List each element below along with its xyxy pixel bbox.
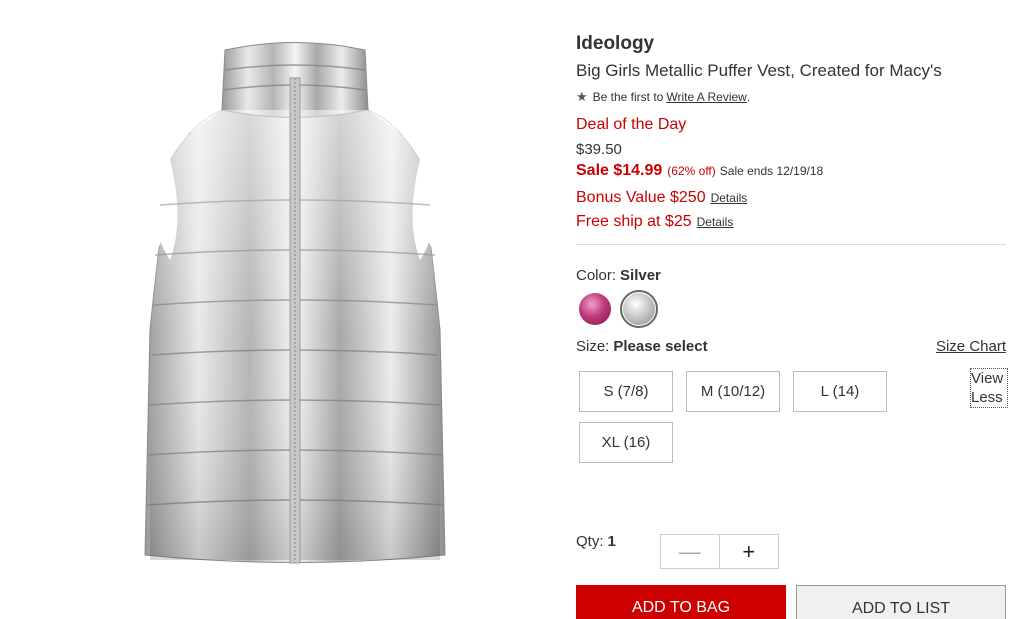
quantity-row: Qty: 1 — + bbox=[576, 533, 779, 569]
qty-value: 1 bbox=[607, 533, 616, 550]
size-option-s[interactable]: S (7/8) bbox=[579, 371, 673, 412]
bonus-value-promo: Bonus Value $250 Details bbox=[576, 188, 1008, 208]
view-less-line1: View bbox=[971, 370, 1004, 387]
vest-illustration bbox=[144, 42, 446, 564]
size-option-m[interactable]: M (10/12) bbox=[686, 371, 780, 412]
free-ship-promo: Free ship at $25 Details bbox=[576, 212, 1008, 232]
divider bbox=[576, 244, 1006, 245]
write-review-link[interactable]: Write A Review bbox=[666, 90, 746, 104]
review-suffix: . bbox=[746, 90, 751, 104]
product-title: Big Girls Metallic Puffer Vest, Created … bbox=[576, 61, 942, 80]
swatch-silver[interactable] bbox=[620, 290, 658, 328]
selected-color: Silver bbox=[620, 267, 661, 284]
swatch-pink[interactable] bbox=[576, 290, 614, 328]
qty-label: Qty: bbox=[576, 533, 604, 550]
qty-label-group: Qty: 1 bbox=[576, 533, 616, 550]
bonus-value-text: Bonus Value $250 bbox=[576, 189, 706, 206]
decrement-button[interactable]: — bbox=[661, 535, 720, 568]
size-options: S (7/8) M (10/12) L (14) XL (16) View Le… bbox=[576, 368, 1008, 466]
size-chart-link[interactable]: Size Chart bbox=[936, 338, 1006, 355]
swatch-silver-dot bbox=[623, 293, 655, 325]
review-row: ★ Be the first to Write A Review . bbox=[576, 89, 1008, 105]
size-option-l[interactable]: L (14) bbox=[793, 371, 887, 412]
size-label-group: Size: Please select bbox=[576, 338, 708, 355]
free-ship-details-link[interactable]: Details bbox=[697, 213, 734, 232]
add-to-bag-button[interactable]: ADD TO BAG bbox=[576, 585, 786, 619]
sale-row: Sale $14.99 (62% off) Sale ends 12/19/18 bbox=[576, 162, 1008, 180]
increment-button[interactable]: + bbox=[720, 535, 779, 568]
add-to-list-button[interactable]: ADD TO LIST bbox=[796, 585, 1006, 619]
view-less-toggle[interactable]: View Less bbox=[970, 368, 1008, 408]
size-option-xl[interactable]: XL (16) bbox=[579, 422, 673, 463]
color-label: Color: bbox=[576, 267, 617, 284]
size-value: Please select bbox=[613, 338, 708, 355]
view-less-line2: Less bbox=[971, 389, 1003, 406]
quantity-stepper[interactable]: — + bbox=[660, 534, 779, 569]
free-ship-text: Free ship at $25 bbox=[576, 213, 692, 230]
sale-price: Sale $14.99 bbox=[576, 162, 663, 179]
percent-off: (62% off) bbox=[667, 164, 716, 178]
review-prefix: Be the first to bbox=[592, 90, 664, 104]
color-label-row: Color: Silver bbox=[576, 267, 1008, 284]
deal-of-the-day-label: Deal of the Day bbox=[576, 116, 687, 133]
color-swatches bbox=[576, 290, 1008, 328]
brand-name[interactable]: Ideology bbox=[576, 33, 1008, 55]
original-price: $39.50 bbox=[576, 141, 622, 158]
sale-ends: Sale ends 12/19/18 bbox=[719, 164, 824, 178]
product-details: Ideology Big Girls Metallic Puffer Vest,… bbox=[576, 33, 1008, 466]
size-label: Size: bbox=[576, 338, 610, 355]
swatch-pink-dot bbox=[579, 293, 611, 325]
star-icon: ★ bbox=[576, 89, 588, 104]
bonus-details-link[interactable]: Details bbox=[711, 189, 748, 208]
size-row: Size: Please select Size Chart bbox=[576, 338, 1006, 355]
product-image[interactable] bbox=[130, 30, 460, 575]
